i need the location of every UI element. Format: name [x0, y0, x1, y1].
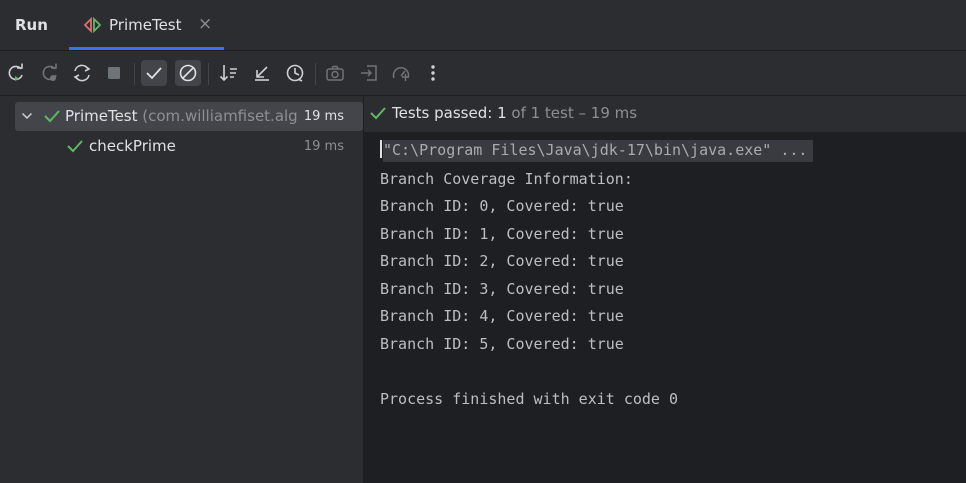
check-icon [66, 138, 84, 154]
run-title: Run [15, 16, 48, 34]
tree-item-label: PrimeTest (com.williamfiset.alg [65, 107, 300, 125]
close-icon[interactable]: × [198, 14, 212, 34]
chevron-down-icon[interactable] [21, 109, 33, 123]
test-package: (com.williamfiset.alg [142, 107, 298, 125]
run-toolbar [0, 51, 966, 96]
console-line: Branch ID: 1, Covered: true [380, 225, 624, 243]
toolbar-separator [315, 63, 316, 85]
check-icon [369, 105, 387, 121]
tree-item-checkprime[interactable]: checkPrime 19 ms [15, 132, 363, 161]
status-passed-label: Tests passed: [392, 104, 493, 122]
console-line: Branch ID: 0, Covered: true [380, 197, 624, 215]
rerun-icon[interactable] [3, 60, 29, 86]
console-line: Branch ID: 3, Covered: true [380, 280, 624, 298]
console-command-line[interactable]: "C:\Program Files\Java\jdk-17\bin\java.e… [380, 140, 814, 162]
test-config-icon [83, 16, 103, 34]
test-tree: PrimeTest (com.williamfiset.alg 19 ms ch… [0, 96, 364, 483]
tool-window-header: Run PrimeTest × [0, 0, 966, 51]
tab-primetest[interactable]: PrimeTest × [69, 0, 224, 50]
check-icon [43, 108, 61, 124]
collapse-icon[interactable] [249, 60, 275, 86]
import-icon[interactable] [356, 60, 382, 86]
console-output[interactable]: "C:\Program Files\Java\jdk-17\bin\java.e… [364, 133, 966, 483]
test-method-name: checkPrime [89, 137, 176, 155]
status-text: Tests passed: 1 of 1 test – 19 ms [392, 104, 637, 122]
test-duration: 19 ms [303, 139, 344, 154]
toggle-auto-test-icon[interactable] [69, 60, 95, 86]
console-exit-line: Process finished with exit code 0 [380, 390, 679, 408]
tree-item-primetest[interactable]: PrimeTest (com.williamfiset.alg 19 ms [15, 102, 363, 131]
status-duration: – 19 ms [578, 104, 638, 122]
show-passed-icon[interactable] [141, 60, 167, 86]
show-ignored-icon[interactable] [175, 60, 201, 86]
status-total: of 1 test [511, 104, 574, 122]
more-icon[interactable] [420, 60, 446, 86]
coverage-icon[interactable] [388, 60, 414, 86]
toolbar-separator [134, 63, 135, 85]
test-class-name: PrimeTest [65, 107, 138, 125]
stop-icon[interactable] [101, 60, 127, 86]
test-duration: 19 ms [303, 109, 344, 124]
tab-selected-indicator [69, 47, 224, 50]
text-caret [380, 140, 382, 158]
status-passed-count: 1 [497, 104, 507, 122]
rerun-failed-icon[interactable] [37, 60, 63, 86]
console-command[interactable]: "C:\Program Files\Java\jdk-17\bin\java.e… [383, 140, 814, 162]
console-line: Branch ID: 2, Covered: true [380, 252, 624, 270]
console-line: Branch ID: 4, Covered: true [380, 307, 624, 325]
console-line: Branch Coverage Information: [380, 170, 633, 188]
screenshot-icon[interactable] [322, 60, 348, 86]
tab-label: PrimeTest [109, 16, 182, 34]
sort-icon[interactable] [216, 60, 242, 86]
test-status-bar: Tests passed: 1 of 1 test – 19 ms [364, 96, 966, 133]
history-icon[interactable] [282, 60, 308, 86]
console-line: Branch ID: 5, Covered: true [380, 335, 624, 353]
toolbar-separator [208, 63, 209, 85]
